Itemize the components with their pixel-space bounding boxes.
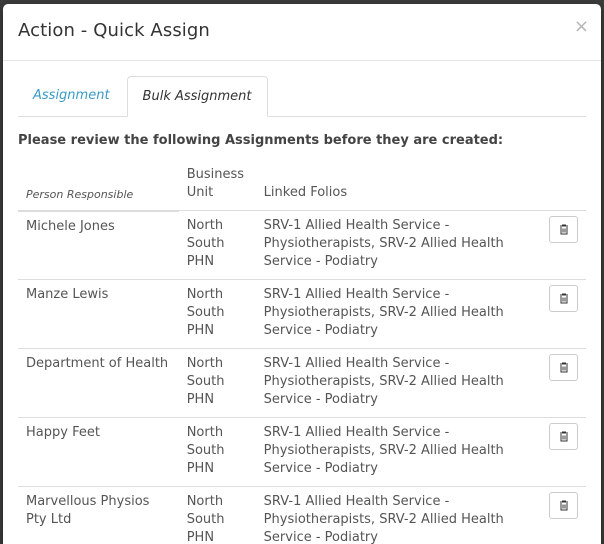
- cell-linked-folios: SRV-1 Allied Health Service - Physiother…: [256, 349, 541, 418]
- trash-icon: [559, 431, 569, 442]
- cell-actions: [541, 418, 586, 487]
- tab-assignment[interactable]: Assignment: [18, 76, 125, 116]
- cell-linked-folios: SRV-1 Allied Health Service - Physiother…: [256, 487, 541, 544]
- close-icon[interactable]: ×: [574, 18, 589, 36]
- trash-icon: [559, 293, 569, 304]
- trash-icon: [559, 224, 569, 235]
- review-instructions: Please review the following Assignments …: [18, 133, 586, 148]
- tab-bulk-assignment[interactable]: Bulk Assignment: [127, 76, 268, 117]
- table-row: Department of Health North South PHN SRV…: [18, 349, 586, 418]
- cell-linked-folios: SRV-1 Allied Health Service - Physiother…: [256, 418, 541, 487]
- cell-business-unit: North South PHN: [179, 418, 256, 487]
- cell-person: Happy Feet: [18, 418, 179, 487]
- assignments-table: Person Responsible Business Unit Linked …: [18, 166, 586, 544]
- modal-header: Action - Quick Assign ×: [3, 4, 601, 61]
- header-person-responsible: Person Responsible: [18, 166, 179, 211]
- cell-actions: [541, 349, 586, 418]
- table-header-row: Person Responsible Business Unit Linked …: [18, 166, 586, 211]
- delete-button[interactable]: [549, 354, 578, 381]
- delete-button[interactable]: [549, 492, 578, 519]
- cell-actions: [541, 211, 586, 280]
- delete-button[interactable]: [549, 216, 578, 243]
- header-linked-folios: Linked Folios: [256, 166, 541, 211]
- modal-body: Assignment Bulk Assignment Please review…: [3, 61, 601, 544]
- cell-actions: [541, 280, 586, 349]
- quick-assign-modal: Action - Quick Assign × Assignment Bulk …: [3, 4, 601, 544]
- header-business-unit: Business Unit: [179, 166, 256, 211]
- cell-person: Department of Health: [18, 349, 179, 418]
- table-row: Happy Feet North South PHN SRV-1 Allied …: [18, 418, 586, 487]
- table-row: Manze Lewis North South PHN SRV-1 Allied…: [18, 280, 586, 349]
- cell-business-unit: North South PHN: [179, 211, 256, 280]
- tab-bar: Assignment Bulk Assignment: [18, 76, 586, 117]
- cell-business-unit: North South PHN: [179, 349, 256, 418]
- trash-icon: [559, 500, 569, 511]
- cell-business-unit: North South PHN: [179, 280, 256, 349]
- cell-person: Manze Lewis: [18, 280, 179, 349]
- delete-button[interactable]: [549, 423, 578, 450]
- cell-person: Michele Jones: [18, 211, 179, 280]
- cell-actions: [541, 487, 586, 544]
- cell-business-unit: North South PHN: [179, 487, 256, 544]
- cell-linked-folios: SRV-1 Allied Health Service - Physiother…: [256, 280, 541, 349]
- cell-linked-folios: SRV-1 Allied Health Service - Physiother…: [256, 211, 541, 280]
- header-actions: [541, 166, 586, 211]
- trash-icon: [559, 362, 569, 373]
- cell-person: Marvellous Physios Pty Ltd: [18, 487, 179, 544]
- table-row: Michele Jones North South PHN SRV-1 Alli…: [18, 211, 586, 280]
- table-row: Marvellous Physios Pty Ltd North South P…: [18, 487, 586, 544]
- delete-button[interactable]: [549, 285, 578, 312]
- modal-title: Action - Quick Assign: [18, 20, 210, 41]
